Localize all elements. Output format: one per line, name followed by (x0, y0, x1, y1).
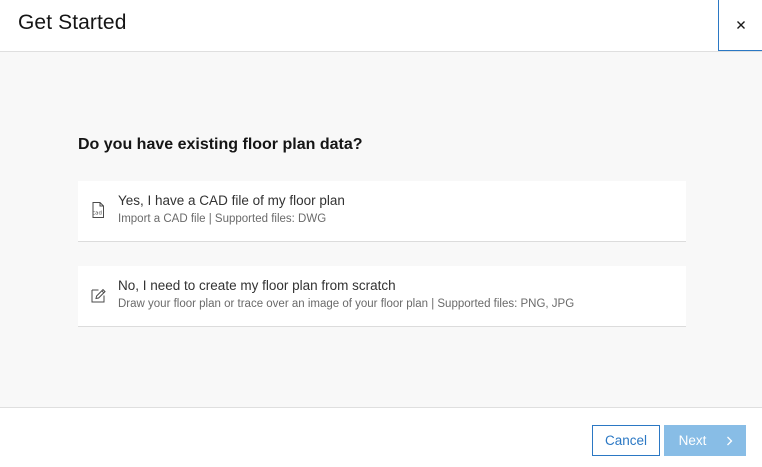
option-cad-file[interactable]: cad Yes, I have a CAD file of my floor p… (78, 181, 686, 242)
cad-file-icon: cad (92, 202, 104, 218)
dialog-title: Get Started (18, 11, 127, 34)
option-description: Draw your floor plan or trace over an im… (118, 298, 575, 310)
option-title: No, I need to create my floor plan from … (118, 278, 396, 293)
close-icon (736, 21, 745, 29)
option-description: Import a CAD file | Supported files: DWG (118, 213, 327, 225)
dialog-content: Do you have existing floor plan data? ca… (0, 52, 762, 407)
question-heading: Do you have existing floor plan data? (78, 136, 363, 153)
edit-pencil-icon (91, 288, 106, 303)
next-button-label: Next (678, 433, 707, 448)
option-create-scratch[interactable]: No, I need to create my floor plan from … (78, 266, 686, 327)
next-button[interactable]: Next (664, 425, 746, 456)
svg-text:cad: cad (92, 211, 102, 217)
dialog-footer: Cancel Next (0, 407, 762, 467)
dialog-header: Get Started (0, 0, 762, 52)
close-button[interactable] (718, 0, 762, 51)
cancel-button[interactable]: Cancel (592, 425, 660, 456)
option-title: Yes, I have a CAD file of my floor plan (118, 193, 345, 208)
get-started-dialog: Get Started Do you have existing floor p… (0, 0, 762, 467)
chevron-right-icon (727, 436, 733, 445)
